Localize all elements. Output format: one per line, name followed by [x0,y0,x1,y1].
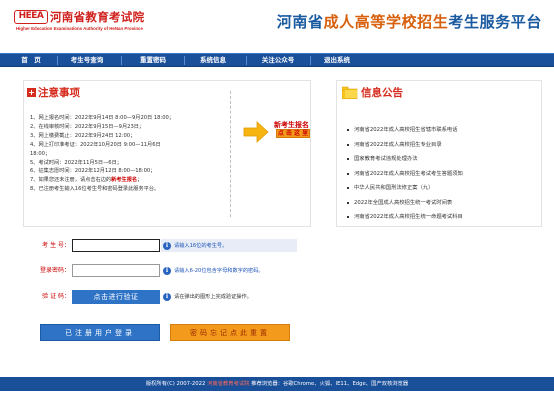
bullet-icon [347,143,349,146]
notice-item: 18:00； [30,150,51,157]
info-icon: i [163,293,171,301]
nav-divider [121,56,122,65]
footer-link[interactable]: 河南省教育考试院 [207,381,249,387]
announcement-item[interactable]: 河南省2022年成人高校招生统一命题考试科目 [347,210,537,225]
announcement-item[interactable]: 2022年全国成人高校招生统一考试时间表 [347,196,537,211]
password-label: 登录密码： [39,267,70,274]
notice-item: 4、网上打印准考证：2022年10月20日 9:00—11月6日 [30,141,161,148]
candidate-row: 考 生 号： i 请输入16位的考生号。 [0,239,554,253]
announcement-item[interactable]: 中华人民共和国刑法修正案（九） [347,181,537,196]
info-icon: i [163,267,171,275]
notice-panel: + 注意事项 1、网上报名时间：2022年9月14日 8:00—9月20日 18… [23,80,311,227]
announcement-link[interactable]: 河南省2022年成人高校招生专业目录 [354,138,442,153]
bullet-icon [347,187,349,190]
announcement-panel: 信息公告 河南省2022年成人高校招生省辖市联系电话 河南省2022年成人高校招… [336,80,542,227]
announcement-item[interactable]: 河南省2022年成人高校招生省辖市联系电话 [347,123,537,138]
notice-list: 1、网上报名时间：2022年9月14日 8:00—9月20日 18:00； 2、… [30,114,220,194]
title-part-3: 考生服务平台 [448,13,542,31]
registered-login-button[interactable]: 已注册用户登录 [40,324,160,341]
bullet-icon [347,129,349,132]
nav-item-system-info[interactable]: 系统信息 [188,54,238,67]
notice-item: 3、网上缴费截止：2022年9月24日 12:00； [30,132,136,139]
page-footer: 版权所有(C) 2007-2022 河南省教育考试院 推荐浏览器：谷歌Chrom… [0,377,554,391]
announcement-item[interactable]: 国家教育考试违规处理办法 [347,152,537,167]
announcement-link[interactable]: 中华人民共和国刑法修正案（九） [354,181,433,196]
info-icon: i [163,242,171,250]
bullet-icon [347,158,349,161]
nav-item-home[interactable]: 首 页 [10,54,52,67]
dashed-divider [230,91,231,217]
notice-item: 2、在线审核时间：2022年9月15日—9月23日； [30,123,145,130]
site-title: 河南省成人高等学校招生考生服务平台 [277,11,542,32]
nav-item-reset-password[interactable]: 重置密码 [128,54,178,67]
announcement-link[interactable]: 河南省2022年成人高校招生统一命题考试科目 [354,210,463,225]
page-header: HEEA 河南省教育考试院 Higher Education Examinati… [0,0,554,44]
announcement-link[interactable]: 2022年全国成人高校招生统一考试时间表 [354,196,452,211]
announcement-item[interactable]: 河南省2022年成人高校招生专业目录 [347,138,537,153]
candidate-label: 考 生 号： [42,242,70,249]
notice-item: 6、征集志愿时间：2022年12月12日 8:00—18:00； [30,168,156,175]
announcement-title: 信息公告 [361,87,403,99]
notice-item: 7、如果您还未注册，请点击右边的新考生报名； [30,176,220,185]
notice-item-emphasis: 新考生报名 [111,177,138,184]
verify-button[interactable]: 点击进行验证 [72,290,160,304]
register-here-button[interactable]: 点 击 这 里 [276,129,310,138]
main-nav: 首 页 考生号查询 重置密码 系统信息 关注公众号 退出系统 [0,53,554,67]
verify-row: 验 证 码： 点击进行验证 i 请在弹出的图形上完成验证操作。 [0,290,554,304]
folder-icon [342,86,358,99]
announcement-link[interactable]: 国家教育考试违规处理办法 [354,152,418,167]
nav-item-follow-account[interactable]: 关注公众号 [250,54,306,67]
site-logo: HEEA 河南省教育考试院 [14,9,144,25]
announcement-link[interactable]: 河南省2022年成人高校招生省辖市联系电话 [354,123,458,138]
announcement-link[interactable]: 河南省2022年成人高校招生考试考生答题须知 [354,167,463,182]
bullet-icon [347,201,349,204]
nav-divider [310,56,311,65]
notice-item-text: 7、如果您还未注册，请点击右边的 [30,177,112,184]
title-part-2: 成人高等学校招生 [323,13,449,31]
verify-hint: 请在弹出的图形上完成验证操作。 [174,294,252,300]
footer-browser-note: 推荐浏览器：谷歌Chrome、火狐、IE11、Edge、国产双核浏览器 [249,381,409,387]
notice-title: 注意事项 [38,87,80,99]
arrow-right-icon [243,121,269,143]
logo-english-name: Higher Education Examinations Authority … [16,26,143,31]
logo-name: 河南省教育考试院 [50,10,145,24]
notice-item-tail: ； [137,177,143,184]
plus-icon: + [27,88,36,97]
password-input[interactable] [72,264,160,277]
reset-password-button[interactable]: 密码忘记点此重置 [170,324,290,341]
logo-mark: HEEA [14,10,48,24]
password-row: 登录密码： i 请输入6-20位包含字母和数字的密码。 [0,264,554,278]
nav-divider [184,56,185,65]
title-part-1: 河南省 [276,13,324,31]
notice-item: 1、网上报名时间：2022年9月14日 8:00—9月20日 18:00； [30,115,175,121]
notice-heading: + 注意事项 [27,85,80,100]
notice-item: 8、已注册考生输入16位考生号和密码登录此服务平台。 [30,186,160,193]
password-hint: 请输入6-20位包含字母和数字的密码。 [174,268,264,274]
nav-item-logout[interactable]: 退出系统 [312,54,362,67]
footer-copyright: 版权所有(C) 2007-2022 [145,381,208,387]
candidate-number-input[interactable] [72,239,160,252]
announcement-list: 河南省2022年成人高校招生省辖市联系电话 河南省2022年成人高校招生专业目录… [347,123,537,225]
notice-item: 5、考试时间：2022年11月5日—6日； [30,159,122,166]
bullet-icon [347,216,349,219]
nav-divider [57,56,58,65]
announcement-item[interactable]: 河南省2022年成人高校招生考试考生答题须知 [347,167,537,182]
verify-label: 验 证 码： [42,293,70,300]
nav-item-candidate-lookup[interactable]: 考生号查询 [62,54,112,67]
candidate-hint: 请输入16位的考生号。 [174,243,228,249]
nav-divider [246,56,247,65]
bullet-icon [347,172,349,175]
